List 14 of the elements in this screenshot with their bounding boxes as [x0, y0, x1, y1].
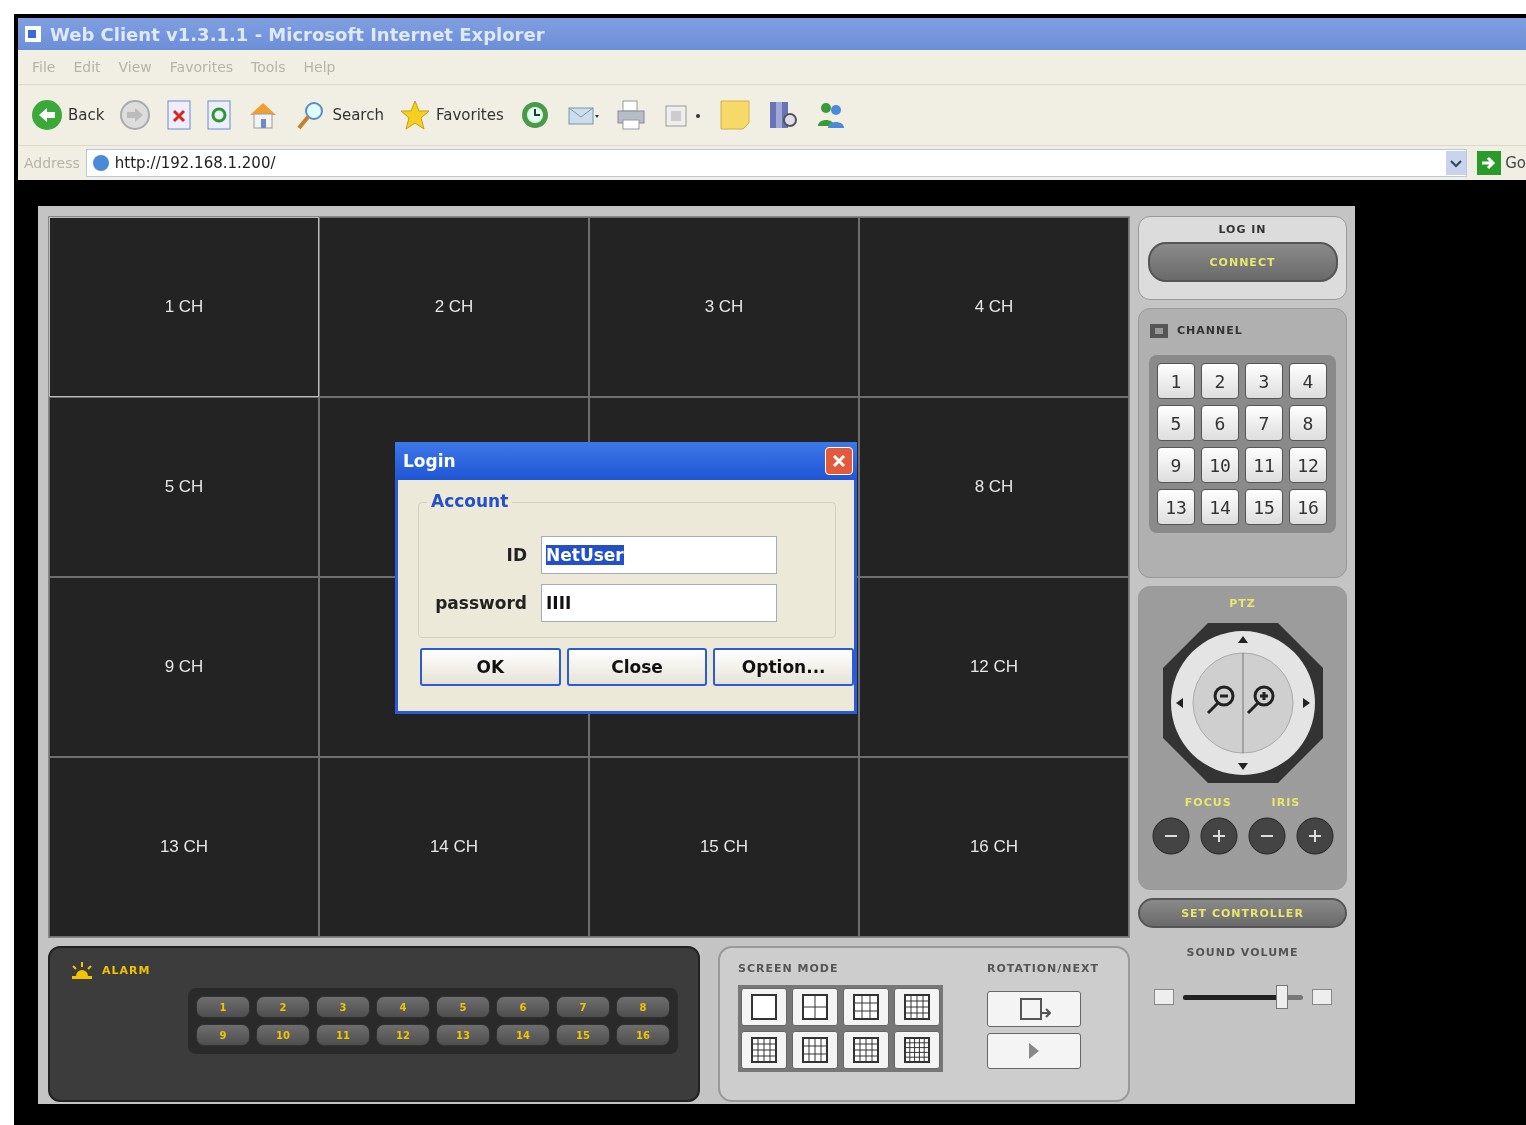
panel-title: CHANNEL	[1177, 323, 1243, 337]
panel-title: SCREEN MODE	[738, 962, 839, 975]
field-label: ID	[505, 545, 527, 565]
panel-title: SOUND VOLUME	[1186, 946, 1299, 959]
field-label: password	[434, 593, 527, 613]
dialog-title: Login	[403, 451, 456, 471]
panel-title: FOCUS	[1184, 796, 1232, 809]
panel-title: ROTATION/NEXT	[987, 962, 1099, 975]
panel-title: IRIS	[1271, 796, 1301, 809]
panel-title: PTZ	[1229, 597, 1256, 610]
window-title: Web Client v1.3.1.1 - Microsoft Internet Explorer	[50, 23, 545, 45]
panel-title: LOG IN	[1218, 223, 1267, 236]
address-label: Address	[24, 155, 80, 171]
panel-title: ALARM	[102, 963, 151, 977]
